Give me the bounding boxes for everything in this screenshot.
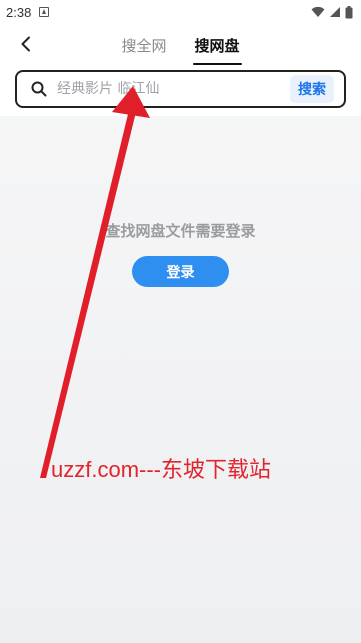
status-time: 2:38 bbox=[6, 4, 32, 20]
top-bar: 搜全网 搜网盘 bbox=[0, 24, 361, 66]
status-left: 2:38 bbox=[6, 4, 50, 20]
signal-icon bbox=[330, 7, 340, 17]
search-input[interactable] bbox=[57, 81, 290, 97]
login-button[interactable]: 登录 bbox=[132, 256, 229, 287]
chevron-left-icon bbox=[21, 36, 30, 52]
watermark-text: uzzf.com---东坡下载站 bbox=[51, 457, 272, 482]
tab-search-netdisk[interactable]: 搜网盘 bbox=[192, 31, 242, 65]
status-bar: 2:38 bbox=[0, 0, 361, 24]
battery-icon bbox=[345, 5, 353, 18]
back-button[interactable] bbox=[14, 32, 38, 56]
search-box: 搜索 bbox=[15, 70, 346, 108]
arrow-shaft bbox=[40, 110, 136, 478]
search-icon bbox=[31, 81, 47, 97]
tab-search-all[interactable]: 搜全网 bbox=[119, 31, 168, 60]
status-right bbox=[311, 5, 353, 19]
login-prompt: 查找网盘文件需要登录 bbox=[105, 222, 256, 240]
search-button[interactable]: 搜索 bbox=[290, 75, 334, 103]
wifi-icon bbox=[311, 6, 325, 17]
search-section: 搜索 bbox=[0, 66, 361, 116]
notification-icon bbox=[39, 7, 50, 17]
tab-bar: 搜全网 搜网盘 bbox=[0, 24, 361, 66]
